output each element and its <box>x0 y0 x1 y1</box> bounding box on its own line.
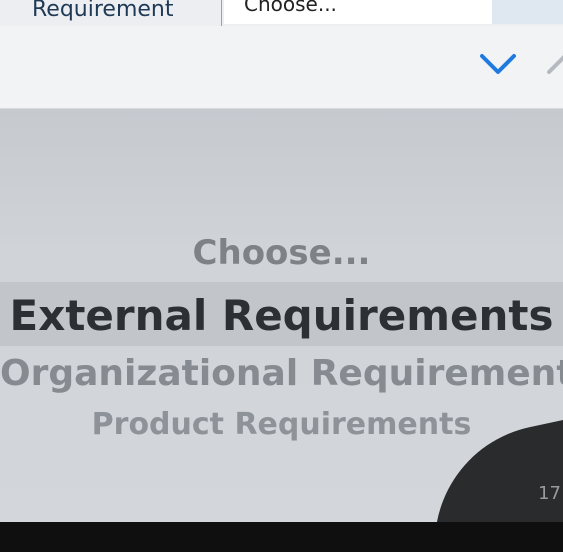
corner-text: 17 <box>538 483 561 504</box>
field-label: Requirement <box>32 0 174 22</box>
picker-option-organizational-requirements[interactable]: Organizational Requirements <box>0 353 563 394</box>
picker-toolbar <box>0 26 563 109</box>
picker-option-product-requirements[interactable]: Product Requirements <box>0 407 563 442</box>
divider <box>221 0 222 26</box>
screen: Requirement Choose... Choose... External… <box>0 0 563 552</box>
picker-option-choose[interactable]: Choose... <box>0 233 563 273</box>
picker-option-external-requirements[interactable]: External Requirements <box>0 291 563 340</box>
form-row-tail <box>492 0 563 24</box>
bottom-bar <box>0 522 563 552</box>
chevron-up-icon[interactable] <box>545 50 563 80</box>
requirement-select[interactable]: Choose... <box>224 0 492 24</box>
select-value: Choose... <box>244 0 337 16</box>
form-row: Requirement Choose... <box>0 0 563 27</box>
chevron-down-icon[interactable] <box>478 50 518 80</box>
options-wheel-picker[interactable]: Choose... External Requirements Organiza… <box>0 109 563 522</box>
